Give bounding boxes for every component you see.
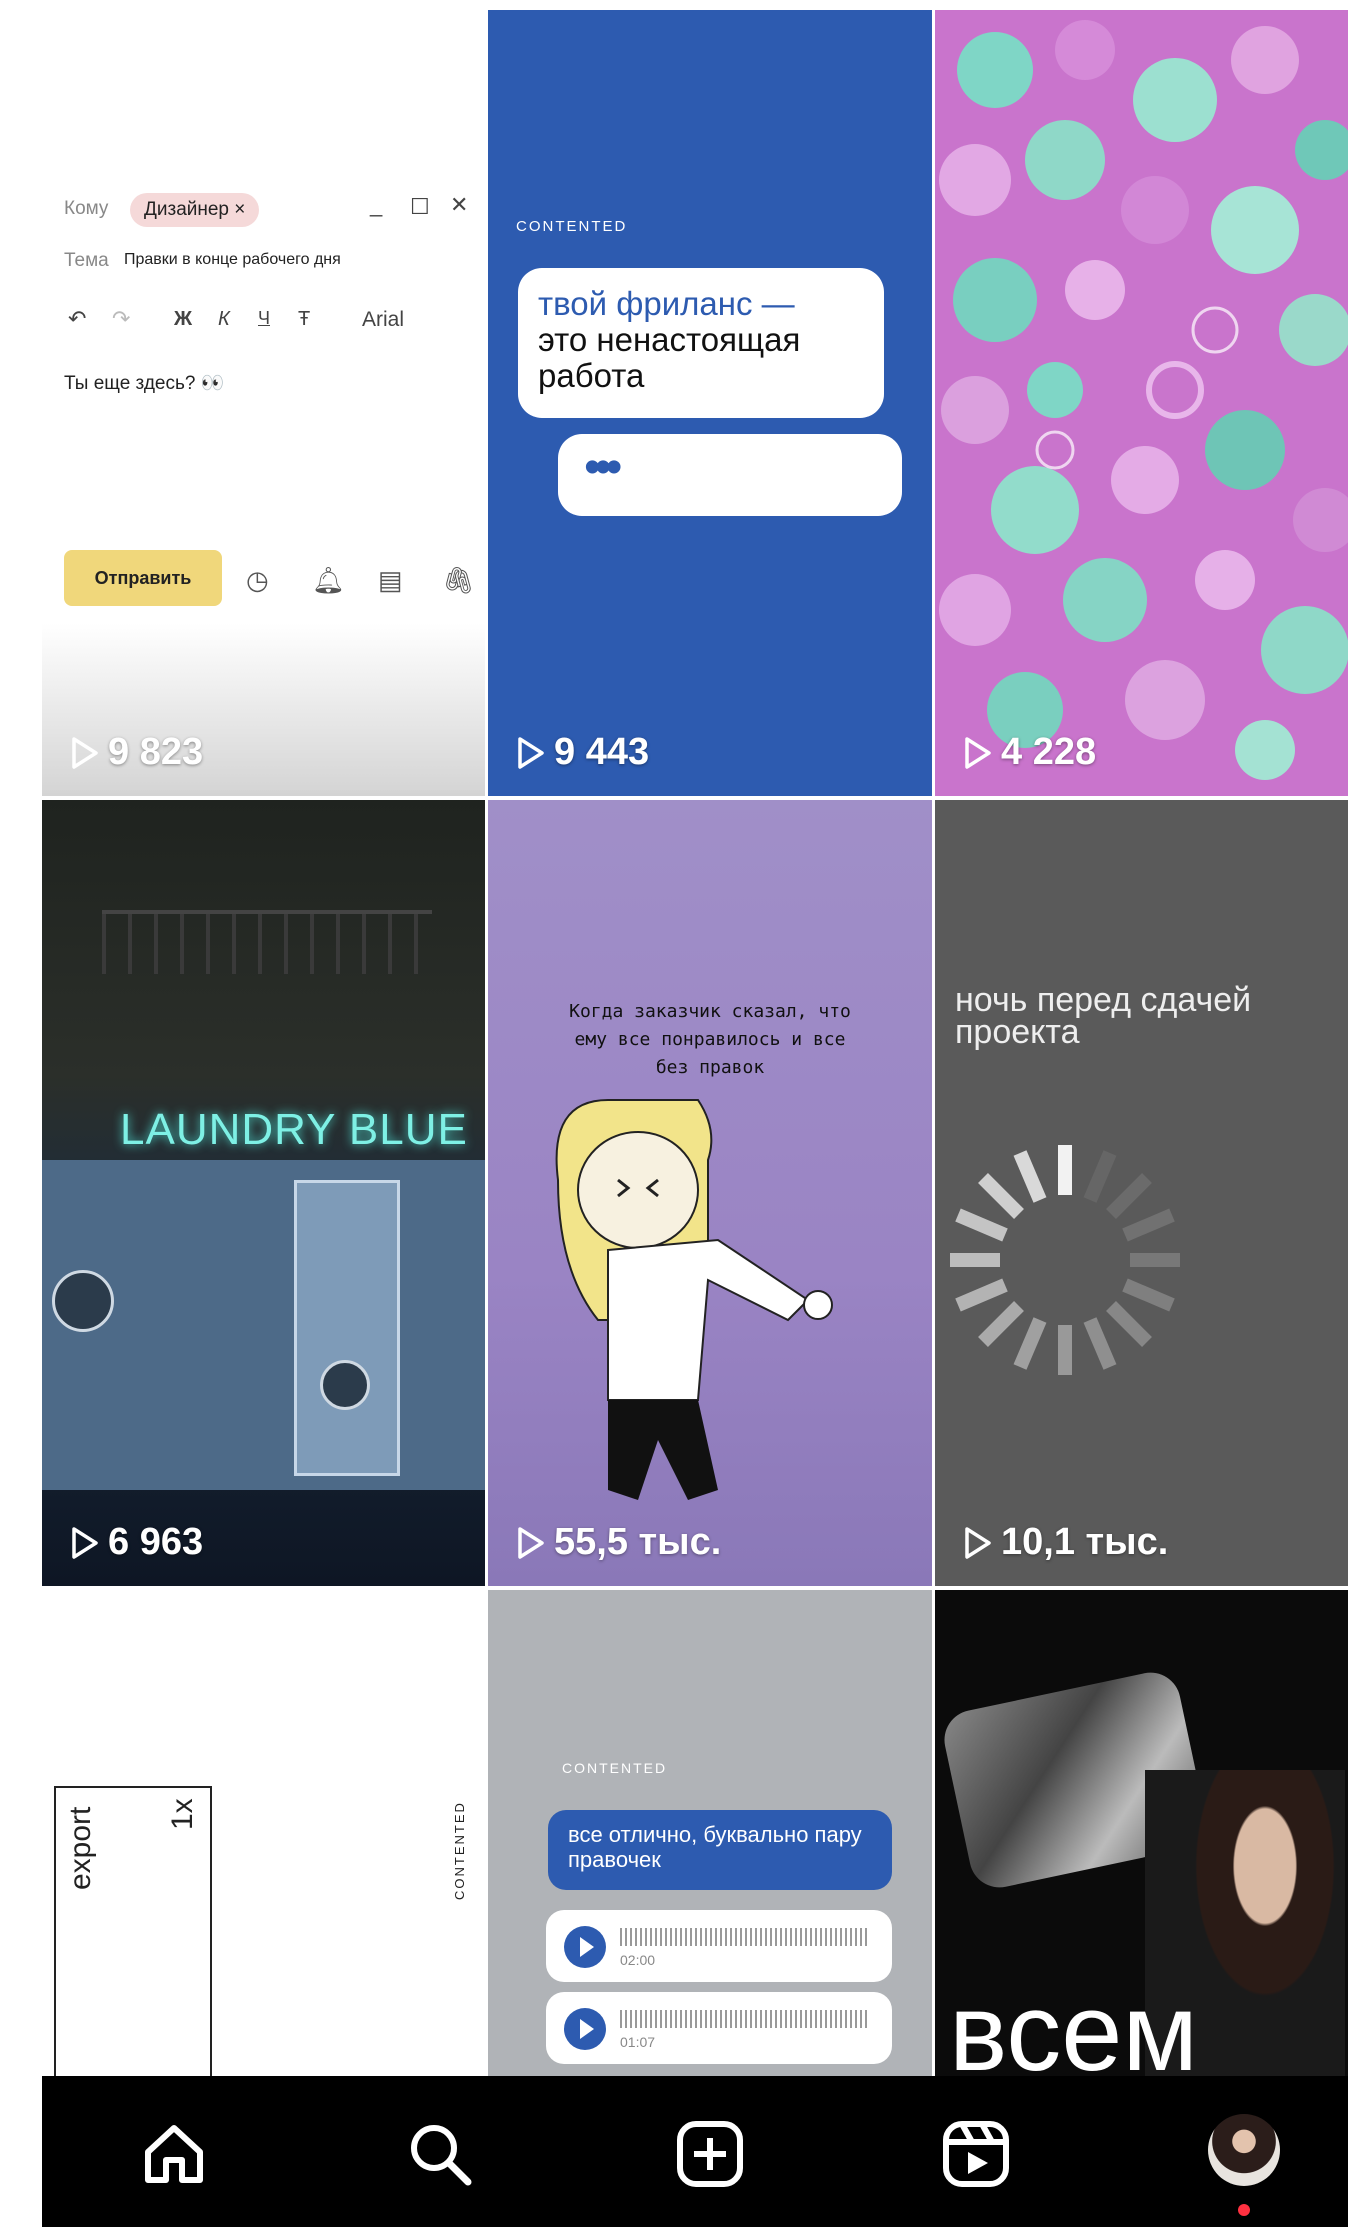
notification-dot [1238,2204,1250,2216]
undo-icon: ↶ [68,306,87,331]
play-icon [518,1526,544,1559]
bold-icon: Ж [174,308,193,330]
reel-tile-freelance[interactable]: CONTENTED твой фриланс — это ненастоящая… [488,10,932,796]
scale-label: 1x [166,1798,199,1830]
play-icon [965,1526,991,1559]
recipient-chip: Дизайнер × [130,193,260,227]
play-icon [518,736,544,769]
neon-sign: LAUNDRY BLUE [120,1105,468,1154]
redo-icon: ↷ [112,306,131,331]
attach-icon: 🖇︎ [442,565,476,595]
underline-icon: Ч [258,308,270,328]
play-icon [72,1526,98,1559]
reel-tile-export[interactable]: export 1x CONTENTED [42,1590,485,2086]
bubble-highlight: твой фриланс — [538,285,795,322]
balcony [102,910,432,974]
profile-avatar[interactable] [1208,2114,1280,2186]
close-icon: ✕ [450,192,469,217]
washer [52,1270,114,1332]
to-label: Кому [64,198,109,219]
create-icon[interactable] [674,2118,746,2190]
chat-bubble: твой фриланс — это ненастоящая работа [518,268,884,418]
waveform [620,1928,870,1946]
italic-icon: К [218,308,230,330]
minimize-icon: _ [370,192,383,217]
view-count-value: 9 443 [554,731,650,773]
send-button: Отправить [64,550,222,606]
typing-bubble: ••• [558,434,902,516]
subject-text: Правки в конце рабочего дня [124,251,341,268]
view-count: 9 823 [70,731,203,774]
brand-label: CONTENTED [516,218,628,235]
reel-tile-portrait[interactable]: всем [935,1590,1348,2086]
brand-label: CONTENTED [562,1760,668,1776]
reels-icon[interactable] [940,2118,1012,2190]
view-count-value: 9 823 [108,731,204,773]
view-count: 9 443 [516,731,649,774]
spheres-image [939,20,1348,780]
voice-message: 02:00 [546,1910,892,1982]
export-label: export [64,1806,97,1890]
play-icon [564,2008,606,2050]
view-count-value: 6 963 [108,1521,204,1563]
chat-message: все отлично, буквально пару правочек [548,1810,892,1890]
voice-duration: 01:07 [620,2034,656,2050]
view-count: 4 228 [963,731,1096,774]
voice-message: 01:07 [546,1992,892,2064]
reel-tile-laundry[interactable]: LAUNDRY BLUE 6 963 [42,800,485,1586]
brand-label: CONTENTED [452,1801,467,1900]
view-count-value: 10,1 тыс. [1001,1521,1169,1563]
view-count: 10,1 тыс. [963,1521,1168,1564]
washer [320,1360,370,1410]
reel-tile-chat[interactable]: CONTENTED все отлично, буквально пару пр… [488,1590,932,2086]
email-body: Ты еще здесь? 👀 [64,373,225,394]
search-icon[interactable] [404,2118,476,2190]
typing-indicator: ••• [584,441,623,494]
clock-icon: ◷ [246,565,269,595]
font-name: Arial [362,308,405,331]
view-count: 55,5 тыс. [516,1521,721,1564]
view-count-value: 55,5 тыс. [554,1521,722,1563]
play-icon [965,736,991,769]
strikethrough-icon: Ŧ [298,308,311,330]
home-icon[interactable] [138,2118,210,2190]
bottom-nav-bar [42,2076,1348,2227]
bell-icon: 🔔︎ [312,565,346,595]
reel-tile-email[interactable]: Кому Дизайнер × _ ☐ ✕ Тема Правки в конц… [42,10,485,796]
reel-tile-cartoon[interactable]: Когда заказчик сказал, что ему все понра… [488,800,932,1586]
template-icon: ▤ [378,565,403,595]
play-icon [72,736,98,769]
reels-grid: Кому Дизайнер × _ ☐ ✕ Тема Правки в конц… [42,10,1348,2086]
reel-tile-spheres[interactable]: 4 228 [935,10,1348,796]
shop-door [294,1180,400,1476]
maximize-icon: ☐ [410,194,430,219]
view-count: 6 963 [70,1521,203,1564]
shop-front [42,1160,485,1490]
subject-label: Тема [64,250,109,271]
play-icon [564,1926,606,1968]
cartoon-illustration [555,1099,833,1500]
voice-duration: 02:00 [620,1952,656,1968]
bubble-text: это ненастоящая работа [538,321,801,394]
headline-word: всем [949,1971,1199,2087]
reel-tile-spinner[interactable]: ночь перед сдачей проекта 10,1 тыс. [935,800,1348,1586]
view-count-value: 4 228 [1001,731,1097,773]
waveform [620,2010,870,2028]
loading-spinner-icon [950,1145,1180,1375]
